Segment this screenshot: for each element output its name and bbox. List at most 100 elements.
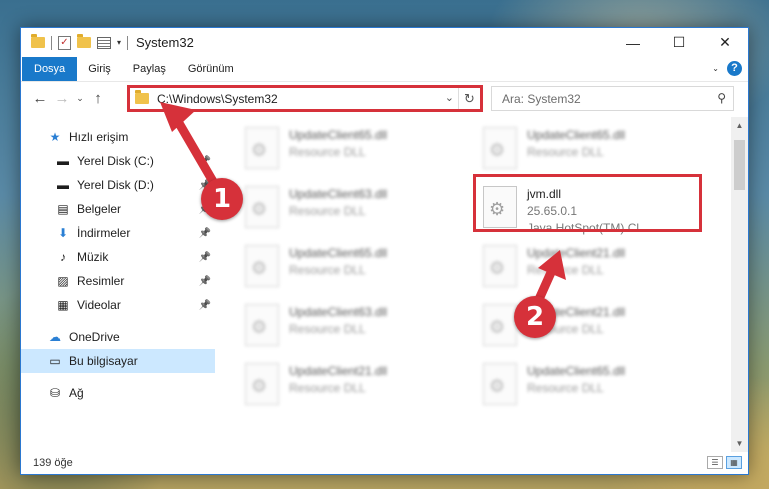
properties-check-icon[interactable]: ✓	[58, 35, 71, 50]
sidebar-item-label: Hızlı erişim	[69, 130, 129, 144]
dll-file-icon	[245, 363, 279, 405]
file-name: UpdateClient63.dll	[289, 305, 388, 319]
search-icon[interactable]: ⚲	[717, 91, 726, 105]
dll-file-icon	[483, 363, 517, 405]
ribbon-tabs: Dosya Giriş Paylaş Görünüm ⌄ ?	[21, 57, 748, 81]
expand-ribbon-chevron-icon[interactable]: ⌄	[712, 64, 719, 73]
sidebar-item[interactable]: ⬇ İndirmeler 📌	[21, 221, 215, 245]
tab-home[interactable]: Giriş	[77, 57, 122, 81]
sidebar-item[interactable]: ▬Yerel Disk (D:)📌	[21, 173, 215, 197]
star-icon: ★	[49, 130, 61, 144]
tab-view[interactable]: Görünüm	[177, 57, 245, 81]
sidebar-item[interactable]: ▭ Bu bilgisayar	[21, 349, 215, 373]
sidebar-item-label: Resimler	[77, 274, 125, 288]
pin-icon[interactable]: 📌	[199, 252, 211, 263]
status-bar: 139 öğe ☰ ▦	[21, 452, 748, 474]
drive-icon: ▬	[57, 154, 69, 168]
vertical-scrollbar[interactable]: ▲ ▼	[731, 117, 748, 452]
address-highlight-box	[127, 85, 483, 112]
maximize-button[interactable]: ☐	[656, 28, 702, 57]
computer-icon: ▭	[49, 354, 61, 368]
forward-arrow-icon[interactable]: →	[51, 90, 73, 107]
tab-file[interactable]: Dosya	[22, 57, 78, 81]
file-description: Resource DLL	[289, 322, 366, 336]
up-arrow-icon[interactable]: ↑	[87, 90, 109, 107]
sidebar-item-label: Ağ	[69, 386, 84, 400]
dll-file-icon	[483, 245, 517, 287]
pin-icon[interactable]: 📌	[199, 228, 211, 239]
dll-file-icon	[245, 186, 279, 228]
minimize-button[interactable]: —	[610, 28, 656, 57]
sidebar-item[interactable]: ▬ Yerel Disk (C:) 📌	[21, 149, 215, 173]
file-item[interactable]: UpdateClient21.dllResource DLL	[479, 300, 699, 352]
file-item[interactable]: UpdateClient21.dll Resource DLL	[241, 359, 461, 411]
callout-badge-1: 1	[201, 178, 243, 220]
file-description: Resource DLL	[527, 381, 604, 395]
file-name: UpdateClient65.dll	[289, 246, 388, 260]
dll-file-icon	[245, 127, 279, 169]
sidebar-item[interactable]: ☁ OneDrive	[21, 325, 215, 349]
videos-icon: ▦	[57, 298, 69, 312]
scroll-up-icon[interactable]: ▲	[731, 117, 748, 134]
file-description: Resource DLL	[527, 145, 604, 159]
new-folder-icon[interactable]	[77, 34, 91, 48]
sidebar-item-label: Müzik	[77, 250, 109, 264]
sidebar-item-label: Belgeler	[77, 202, 122, 216]
pin-icon[interactable]: 📌	[199, 156, 211, 167]
quick-access-toolbar: ✓ ▾	[21, 34, 129, 50]
dll-file-icon	[245, 304, 279, 346]
file-item[interactable]: UpdateClient65.dll Resource DLL	[241, 241, 461, 293]
explorer-body: ★ Hızlı erişim ▬ Yerel Disk (C:) 📌 ▬ Yerel Dis…	[21, 117, 748, 452]
item-count: 139 öğe	[33, 457, 73, 469]
search-placeholder: Ara: System32	[502, 91, 581, 106]
scroll-down-icon[interactable]: ▼	[731, 435, 748, 452]
sidebar-item-label: OneDrive	[69, 330, 120, 344]
sidebar-item-label: Videolar	[77, 298, 121, 312]
network-icon: ⛁	[49, 386, 61, 400]
details-view-icon[interactable]: ☰	[707, 456, 723, 469]
sidebar-item[interactable]: ♪ Müzik 📌	[21, 245, 215, 269]
folder-icon	[31, 34, 45, 48]
customize-chevron-icon[interactable]: ▾	[117, 38, 121, 47]
view-properties-icon[interactable]	[97, 36, 111, 49]
documents-icon: ▤	[57, 202, 69, 216]
file-item[interactable]: UpdateClient65.dll Resource DLL	[479, 123, 699, 175]
sidebar-item-label: Yerel Disk (D:)	[77, 178, 154, 192]
file-description: Resource DLL	[289, 263, 366, 277]
downloads-icon: ⬇	[57, 226, 69, 240]
recent-locations-chevron-icon[interactable]: ⌄	[73, 93, 87, 104]
file-name: UpdateClient63.dll	[289, 187, 388, 201]
file-item[interactable]: UpdateClient65.dll Resource DLL	[479, 359, 699, 411]
file-item[interactable]: UpdateClient63.dll Resource DLL	[241, 300, 461, 352]
search-input[interactable]: Ara: System32 ⚲	[491, 86, 734, 111]
explorer-window: ✓ ▾ System32 — ☐ ✕ Dosya Giriş Paylaş Gö…	[20, 27, 749, 475]
sidebar-item[interactable]: ▦ Videolar 📌	[21, 293, 215, 317]
file-name: UpdateClient21.dll	[527, 246, 626, 260]
navigation-bar: ← → ⌄ ↑ C:\Windows\System32 ⌄ ↻ Ara: Sys…	[21, 81, 748, 115]
file-name: UpdateClient65.dll	[289, 128, 388, 142]
sidebar-item[interactable]: ▤Belgeler📌	[21, 197, 215, 221]
sidebar-item[interactable]: ▨ Resimler 📌	[21, 269, 215, 293]
back-arrow-icon[interactable]: ←	[29, 90, 51, 107]
file-name: UpdateClient21.dll	[289, 364, 388, 378]
tiles-view-icon[interactable]: ▦	[726, 456, 742, 469]
scroll-thumb[interactable]	[734, 140, 745, 190]
sidebar-item[interactable]: ⛁ Ağ	[21, 381, 215, 405]
file-item[interactable]: UpdateClient21.dllResource DLL	[479, 241, 699, 293]
file-item[interactable]: UpdateClient65.dll Resource DLL	[241, 123, 461, 175]
file-name: UpdateClient65.dll	[527, 128, 626, 142]
cloud-icon: ☁	[49, 330, 61, 344]
tab-share[interactable]: Paylaş	[122, 57, 177, 81]
help-icon[interactable]: ?	[727, 61, 742, 76]
sidebar-item[interactable]: ★ Hızlı erişim	[21, 125, 215, 149]
title-bar: ✓ ▾ System32 — ☐ ✕	[21, 28, 748, 57]
file-list: UpdateClient65.dll Resource DLL UpdateClie…	[215, 117, 731, 452]
callout-badge-2: 2	[514, 296, 556, 338]
pin-icon[interactable]: 📌	[199, 276, 211, 287]
jvm-highlight-box	[473, 174, 702, 232]
sidebar-item-label: İndirmeler	[77, 226, 131, 240]
close-button[interactable]: ✕	[702, 28, 748, 57]
file-description: Resource DLL	[289, 381, 366, 395]
pin-icon[interactable]: 📌	[199, 300, 211, 311]
file-item[interactable]: UpdateClient63.dll Resource DLL	[241, 182, 461, 234]
